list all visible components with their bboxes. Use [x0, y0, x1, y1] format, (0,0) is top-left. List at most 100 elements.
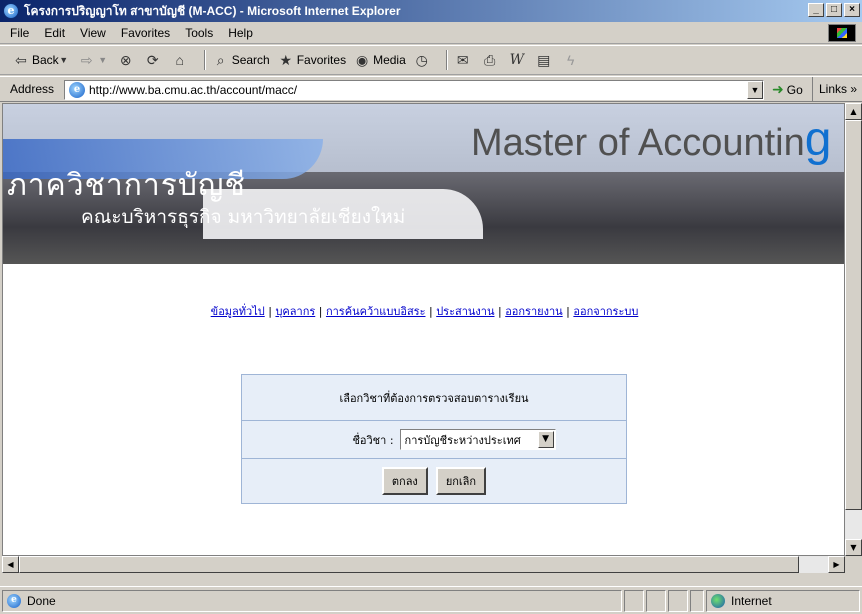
- search-icon: ⌕: [216, 52, 225, 68]
- nav-general-info[interactable]: ข้อมูลทั่วไป: [211, 305, 265, 318]
- faculty-name: คณะบริหารธุรกิจ มหาวิทยาลัยเชียงใหม่: [81, 206, 406, 228]
- chevron-down-icon[interactable]: ▼: [747, 81, 763, 99]
- print-button[interactable]: ⎙: [481, 51, 501, 69]
- menu-view[interactable]: View: [80, 26, 106, 40]
- back-label: Back: [32, 53, 59, 67]
- site-banner: ภาควิชาการบัญชี คณะบริหารธุรกิจ มหาวิทยา…: [3, 104, 844, 264]
- forward-arrow-icon: ⇨: [80, 52, 93, 68]
- standard-toolbar: ⇦ Back ▼ ⇨ ▼ ⊗ ⟳ ⌂ ⌕ Search ★ Favorites …: [0, 45, 862, 75]
- nav-coordination[interactable]: ประสานงาน: [436, 305, 494, 318]
- title-bar: e โครงการปริญญาโท สาขาบัญชี (M-ACC) - Mi…: [0, 0, 862, 22]
- links-button[interactable]: Links »: [812, 77, 857, 101]
- lightning-icon: ϟ: [567, 52, 575, 68]
- browser-window: e โครงการปริญญาโท สาขาบัญชี (M-ACC) - Mi…: [0, 0, 862, 614]
- scroll-left-button[interactable]: ◀: [2, 556, 19, 573]
- chevron-down-icon: ▼: [59, 55, 69, 65]
- menu-help[interactable]: Help: [228, 26, 253, 40]
- ok-button[interactable]: ตกลง: [381, 467, 428, 495]
- discuss-button[interactable]: ▤: [535, 51, 555, 69]
- horizontal-scrollbar[interactable]: ◀ ▶: [2, 556, 845, 573]
- menu-edit[interactable]: Edit: [44, 26, 65, 40]
- favorites-icon: ★: [279, 52, 292, 68]
- status-text-panel: e Done: [2, 590, 622, 612]
- nav-personnel[interactable]: บุคลากร: [275, 305, 315, 318]
- go-label: Go: [786, 82, 803, 97]
- home-button[interactable]: ⌂: [171, 51, 191, 69]
- minimize-button[interactable]: _: [808, 3, 824, 17]
- nav-independent-study[interactable]: การค้นคว้าแบบอิสระ: [326, 305, 426, 318]
- course-value: การบัญชีระหว่างประเทศ: [404, 433, 521, 447]
- go-arrow-icon: ➜: [772, 81, 784, 97]
- menu-tools[interactable]: Tools: [185, 26, 213, 40]
- page-done-icon: e: [7, 594, 21, 608]
- cancel-button[interactable]: ยกเลิก: [435, 467, 487, 495]
- course-row: ชื่อวิชา : การบัญชีระหว่างประเทศ ▼: [242, 421, 626, 459]
- windows-logo-icon: [828, 24, 856, 42]
- close-button[interactable]: ×: [844, 3, 860, 17]
- media-label: Media: [373, 53, 406, 67]
- status-cell: [624, 590, 644, 612]
- search-button[interactable]: ⌕ Search: [212, 51, 270, 69]
- favorites-label: Favorites: [296, 53, 347, 67]
- history-icon: ◷: [415, 52, 428, 68]
- course-select[interactable]: การบัญชีระหว่างประเทศ ▼: [399, 429, 556, 450]
- vertical-scroll-thumb[interactable]: [845, 120, 862, 510]
- master-of-accounting-logo: Master of Accounting: [471, 112, 831, 167]
- vertical-scrollbar[interactable]: ▲ ▼: [845, 103, 862, 556]
- menu-bar: File Edit View Favorites Tools Help: [0, 22, 862, 44]
- window-controls: _ □ ×: [808, 3, 860, 17]
- home-icon: ⌂: [175, 52, 184, 68]
- favorites-button[interactable]: ★ Favorites: [277, 51, 346, 69]
- word-icon: W: [509, 52, 524, 68]
- chevron-down-icon: ▼: [98, 55, 108, 65]
- forward-button[interactable]: ⇨ ▼: [78, 51, 110, 69]
- address-label: Address: [10, 82, 55, 96]
- mail-button[interactable]: ✉: [454, 51, 474, 69]
- scroll-up-button[interactable]: ▲: [845, 103, 862, 120]
- address-input[interactable]: e http://www.ba.cmu.ac.th/account/macc/ …: [64, 80, 764, 100]
- status-cell: [646, 590, 666, 612]
- form-heading-row: เลือกวิชาที่ต้องการตรวจสอบตารางเรียน: [242, 375, 626, 421]
- logo-text: Master of Accountin: [471, 122, 805, 164]
- form-heading: เลือกวิชาที่ต้องการตรวจสอบตารางเรียน: [339, 391, 529, 405]
- media-button[interactable]: ◉ Media: [353, 51, 406, 69]
- mail-icon: ✉: [456, 52, 469, 68]
- scrollbar-corner: [845, 556, 862, 573]
- stop-icon: ⊗: [119, 52, 132, 68]
- address-bar: Address e http://www.ba.cmu.ac.th/accoun…: [0, 76, 862, 102]
- ie-logo-icon: e: [3, 3, 19, 19]
- schedule-form: เลือกวิชาที่ต้องการตรวจสอบตารางเรียน ชื่…: [241, 374, 627, 504]
- history-button[interactable]: ◷: [413, 51, 433, 69]
- edit-button[interactable]: W: [508, 51, 528, 69]
- status-cell: [668, 590, 688, 612]
- chevron-down-icon[interactable]: ▼: [537, 431, 554, 448]
- toolbar-divider: [203, 50, 206, 70]
- go-button[interactable]: ➜ Go: [772, 81, 803, 98]
- back-button[interactable]: ⇦ Back ▼: [12, 51, 71, 69]
- nav-logout[interactable]: ออกจากระบบ: [573, 305, 638, 318]
- zone-label: Internet: [731, 594, 772, 608]
- course-label: ชื่อวิชา :: [352, 433, 394, 447]
- security-zone: Internet: [706, 590, 860, 612]
- page-icon: e: [69, 82, 85, 98]
- scroll-down-button[interactable]: ▼: [845, 539, 862, 556]
- stop-button[interactable]: ⊗: [117, 51, 137, 69]
- scroll-right-button[interactable]: ▶: [828, 556, 845, 573]
- globe-icon: [711, 594, 725, 608]
- menu-favorites[interactable]: Favorites: [121, 26, 170, 40]
- horizontal-scroll-thumb[interactable]: [19, 556, 799, 573]
- refresh-icon: ⟳: [146, 52, 159, 68]
- media-icon: ◉: [355, 52, 369, 68]
- status-cell: [690, 590, 704, 612]
- status-bar: e Done Internet: [0, 586, 862, 614]
- window-title: โครงการปริญญาโท สาขาบัญชี (M-ACC) - Micr…: [24, 3, 401, 18]
- messenger-button[interactable]: ϟ: [562, 51, 582, 69]
- refresh-button[interactable]: ⟳: [144, 51, 164, 69]
- document-icon: ▤: [537, 52, 551, 68]
- address-url: http://www.ba.cmu.ac.th/account/macc/: [89, 83, 298, 97]
- nav-reports[interactable]: ออกรายงาน: [505, 305, 562, 318]
- menu-file[interactable]: File: [10, 26, 29, 40]
- status-text: Done: [27, 594, 56, 608]
- page-viewport: ภาควิชาการบัญชี คณะบริหารธุรกิจ มหาวิทยา…: [2, 103, 845, 556]
- maximize-button[interactable]: □: [826, 3, 842, 17]
